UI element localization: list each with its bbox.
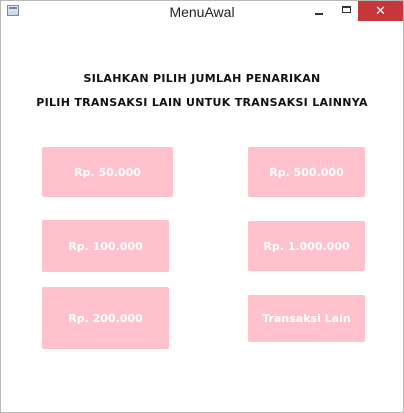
maximize-button[interactable]: [334, 1, 358, 21]
maximize-icon: [341, 5, 351, 13]
instruction-subheading: PILIH TRANSAKSI LAIN UNTUK TRANSAKSI LAI…: [36, 96, 368, 109]
withdraw-100000-button[interactable]: Rp. 100.000: [42, 220, 169, 272]
withdraw-50000-button[interactable]: Rp. 50.000: [42, 147, 173, 197]
app-window: MenuAwal ✕ SILAHKAN PILIH JUMLAH PENARIK…: [0, 0, 404, 413]
instruction-heading: SILAHKAN PILIH JUMLAH PENARIKAN: [83, 72, 321, 85]
title-bar[interactable]: MenuAwal ✕: [1, 1, 403, 23]
main-panel: SILAHKAN PILIH JUMLAH PENARIKAN PILIH TR…: [4, 29, 400, 410]
withdraw-500000-button[interactable]: Rp. 500.000: [248, 147, 365, 197]
minimize-button[interactable]: [307, 1, 331, 21]
other-transaction-button[interactable]: Transaksi Lain: [248, 295, 365, 342]
withdraw-200000-button[interactable]: Rp. 200.000: [42, 287, 169, 349]
close-icon: ✕: [375, 3, 386, 19]
minimize-icon: [315, 13, 323, 15]
withdraw-1000000-button[interactable]: Rp. 1.000.000: [248, 221, 365, 271]
close-button[interactable]: ✕: [358, 1, 403, 21]
